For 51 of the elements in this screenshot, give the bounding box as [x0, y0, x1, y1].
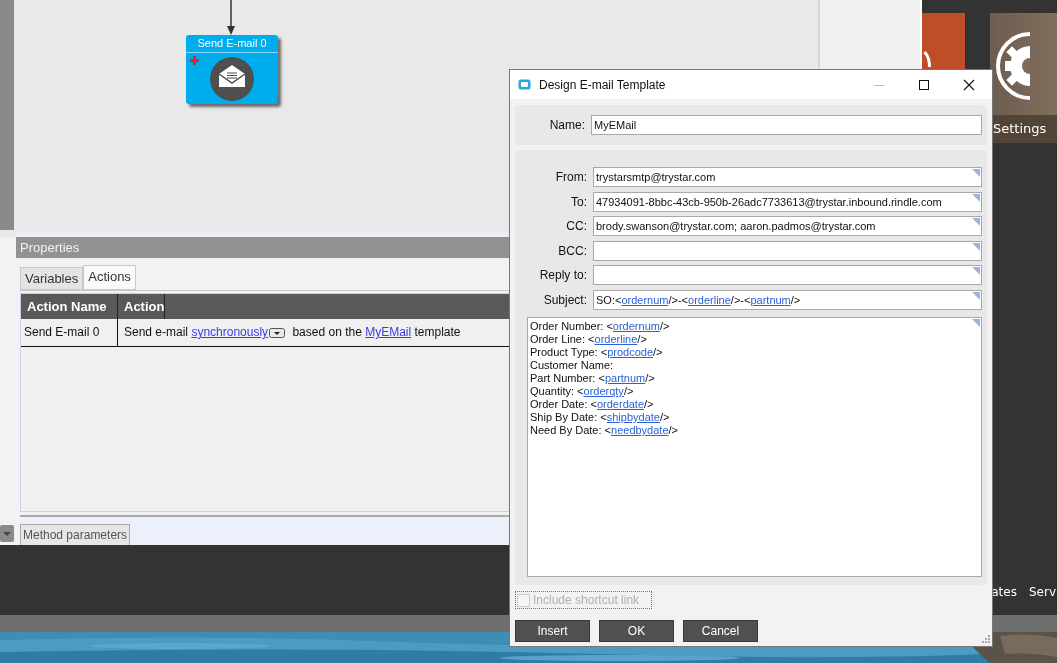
placeholder-link[interactable]: orderline: [688, 293, 731, 306]
template-line: Order Line: <orderline/>: [530, 333, 647, 346]
field-label: Reply to:: [538, 267, 588, 285]
field-label: CC:: [565, 218, 588, 236]
field-label: BCC:: [557, 242, 588, 260]
placeholder-link[interactable]: synchronously: [191, 325, 269, 339]
placeholder-link[interactable]: orderqty: [583, 385, 624, 397]
checkbox-label: Include shortcut link: [533, 593, 640, 607]
tile-label[interactable]: Serv: [1028, 584, 1056, 599]
tile-label[interactable]: ates: [991, 584, 1017, 599]
template-line: Part Number: <partnum/>: [530, 372, 655, 385]
placeholder-link[interactable]: ordernum: [612, 320, 660, 332]
placeholder-link[interactable]: MyEMail: [365, 325, 412, 339]
placeholder-link[interactable]: partnum: [750, 293, 791, 306]
tab[interactable]: Method parameters: [20, 524, 131, 545]
dialog-button[interactable]: OK: [599, 620, 674, 642]
placeholder-link[interactable]: partnum: [604, 372, 646, 384]
placeholder-link[interactable]: orderdate: [596, 398, 645, 410]
field-label: Subject:: [542, 291, 588, 309]
table-cell-text: Send e-mail synchronously based on the MyEMail template: [123, 324, 461, 341]
window-title: Design E-mail Template: [539, 77, 667, 92]
template-line: Order Number: <ordernum/>: [530, 320, 670, 333]
template-line: Need By Date: <needbydate/>: [530, 424, 678, 437]
table-cell: Send E-mail 0: [21, 319, 118, 346]
text-field[interactable]: brody.swanson@trystar.com; aaron.padmos@trystar.com: [593, 216, 982, 237]
settings-tile[interactable]: Settings: [990, 13, 1057, 143]
template-line: Order Date: <orderdate/>: [530, 398, 654, 411]
placeholder-link[interactable]: needbydate: [611, 424, 669, 436]
name-field[interactable]: MyEMail: [591, 115, 982, 135]
field-label: To:: [570, 193, 588, 211]
text-field[interactable]: SO:<ordernum/>-<orderline/>-<partnum/>: [593, 289, 982, 310]
field-label: From:: [554, 169, 588, 187]
placeholder-link[interactable]: shipbydate: [606, 411, 660, 423]
tab[interactable]: Actions: [83, 265, 136, 290]
text-field[interactable]: trystarsmtp@trystar.com: [593, 167, 982, 188]
placeholder-link[interactable]: orderline: [594, 333, 638, 345]
template-line: Customer Name:: [530, 359, 614, 372]
tab[interactable]: Variables: [20, 267, 84, 290]
dialog-button[interactable]: Insert: [515, 620, 590, 642]
field-label: Name:: [548, 118, 586, 132]
placeholder-link[interactable]: prodcode: [607, 346, 654, 358]
dialog-button[interactable]: Cancel: [683, 620, 758, 642]
template-line: Quantity: <orderqty/>: [530, 385, 634, 398]
node-title: Send E-mail 0: [186, 35, 278, 53]
column-header: Action: [118, 294, 166, 319]
placeholder-link[interactable]: ordernum: [621, 293, 669, 306]
text-field[interactable]: 47934091-8bbc-43cb-950b-26adc7733613@trystar.inbound.rindle.com: [593, 191, 982, 212]
tile-label: Settings: [990, 115, 1057, 143]
template-line: Product Type: <prodcode/>: [530, 346, 663, 359]
template-line: Ship By Date: <shipbydate/>: [530, 411, 670, 424]
column-header: Action Name: [21, 294, 118, 319]
